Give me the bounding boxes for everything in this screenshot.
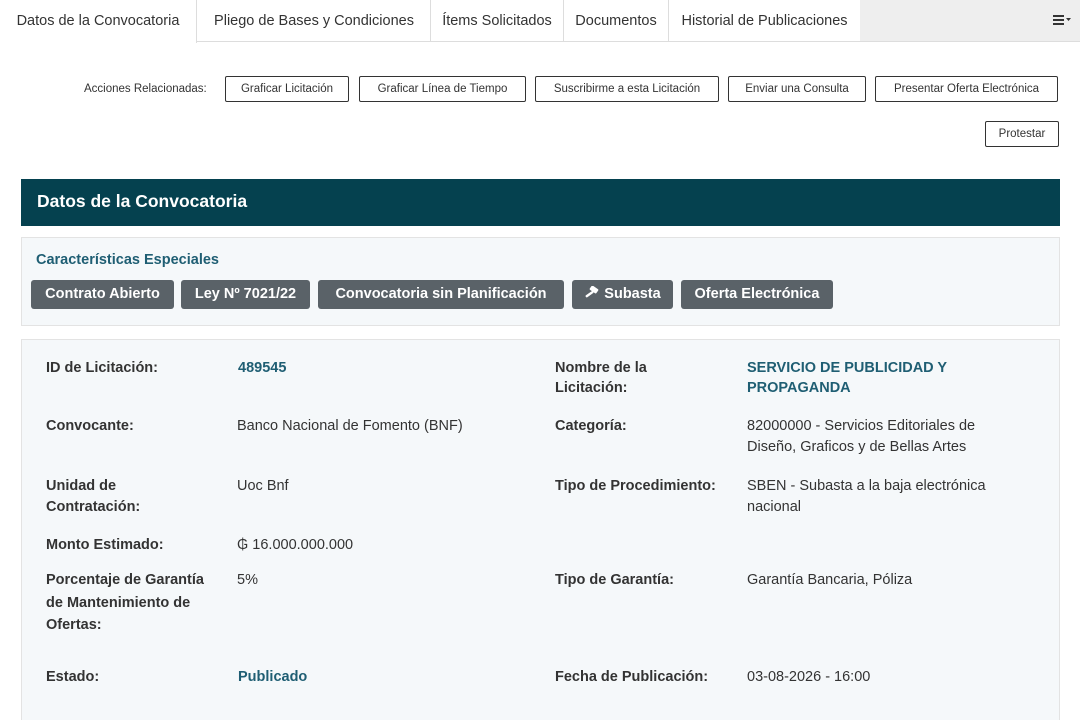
- nombre-licitacion-value-line2[interactable]: PROPAGANDA: [747, 378, 851, 398]
- nombre-licitacion-label-line1: Nombre de la: [555, 360, 647, 376]
- tab-datos-convocatoria[interactable]: Datos de la Convocatoria: [0, 0, 197, 43]
- id-licitacion-label: ID de Licitación:: [46, 360, 158, 376]
- unidad-label-line1: Unidad de: [46, 478, 117, 494]
- tag-ley: Ley Nº 7021/22: [181, 280, 310, 309]
- estado-value: Publicado: [238, 669, 308, 685]
- garantia-label-line1: Porcentaje de Garantía: [46, 572, 204, 588]
- tag-subasta: Subasta: [572, 280, 673, 309]
- panel-heading: Datos de la Convocatoria: [21, 179, 1060, 226]
- tag-sin-planificacion: Convocatoria sin Planificación: [318, 280, 564, 309]
- categoria-value-line2: Diseño, Graficos y de Bellas Artes: [747, 439, 967, 455]
- tipo-procedimiento-value-line2: nacional: [747, 499, 802, 515]
- tipo-procedimiento-label: Tipo de Procedimiento:: [555, 478, 716, 494]
- garantia-label-line2: de Mantenimiento de: [46, 595, 191, 611]
- tab-pliego-bases[interactable]: Pliego de Bases y Condiciones: [198, 0, 430, 42]
- gavel-icon: [585, 285, 599, 298]
- presentar-oferta-button[interactable]: Presentar Oferta Electrónica: [875, 76, 1058, 102]
- categoria-label: Categoría:: [555, 418, 627, 434]
- monto-estimado-value: ₲ 16.000.000.000: [237, 537, 354, 553]
- suscribirme-button[interactable]: Suscribirme a esta Licitación: [535, 76, 719, 102]
- details-panel: [21, 339, 1060, 720]
- tipo-garantia-label: Tipo de Garantía:: [555, 572, 674, 588]
- id-licitacion-value[interactable]: 489545: [238, 358, 286, 378]
- tag-contrato-abierto: Contrato Abierto: [31, 280, 174, 309]
- graficar-licitacion-button[interactable]: Graficar Licitación: [225, 76, 349, 102]
- nombre-licitacion-label-line2: Licitación:: [555, 380, 628, 396]
- unidad-label-line2: Contratación:: [46, 499, 141, 515]
- protestar-button[interactable]: Protestar: [985, 121, 1059, 147]
- tipo-garantia-value: Garantía Bancaria, Póliza: [747, 572, 913, 588]
- fecha-publicacion-label: Fecha de Publicación:: [555, 669, 709, 685]
- graficar-linea-tiempo-button[interactable]: Graficar Línea de Tiempo: [359, 76, 526, 102]
- garantia-value: 5%: [237, 572, 258, 588]
- monto-estimado-label: Monto Estimado:: [46, 537, 164, 553]
- actions-label: Acciones Relacionadas:: [84, 83, 207, 95]
- fecha-publicacion-value: 03-08-2026 - 16:00: [747, 669, 871, 685]
- categoria-value-line1: 82000000 - Servicios Editoriales de: [747, 418, 976, 434]
- tipo-procedimiento-value-line1: SBEN - Subasta a la baja electrónica: [747, 478, 986, 494]
- convocante-label: Convocante:: [46, 418, 134, 434]
- tab-documentos[interactable]: Documentos: [564, 0, 668, 42]
- hamburger-menu-icon[interactable]: [1044, 0, 1080, 41]
- tab-historial-publicaciones[interactable]: Historial de Publicaciones: [669, 0, 860, 42]
- convocante-value: Banco Nacional de Fomento (BNF): [237, 418, 463, 434]
- unidad-value: Uoc Bnf: [237, 478, 289, 494]
- special-characteristics-title: Características Especiales: [36, 252, 219, 268]
- estado-label: Estado:: [46, 669, 100, 685]
- enviar-consulta-button[interactable]: Enviar una Consulta: [728, 76, 866, 102]
- tag-oferta-electronica: Oferta Electrónica: [681, 280, 833, 309]
- hamburger-menu-icon-glyph: [1053, 15, 1071, 25]
- tab-items-solicitados[interactable]: Ítems Solicitados: [431, 0, 563, 42]
- nombre-licitacion-value-line1[interactable]: SERVICIO DE PUBLICIDAD Y: [747, 358, 947, 378]
- tag-subasta-label: Subasta: [604, 286, 661, 302]
- garantia-label-line3: Ofertas:: [46, 617, 102, 633]
